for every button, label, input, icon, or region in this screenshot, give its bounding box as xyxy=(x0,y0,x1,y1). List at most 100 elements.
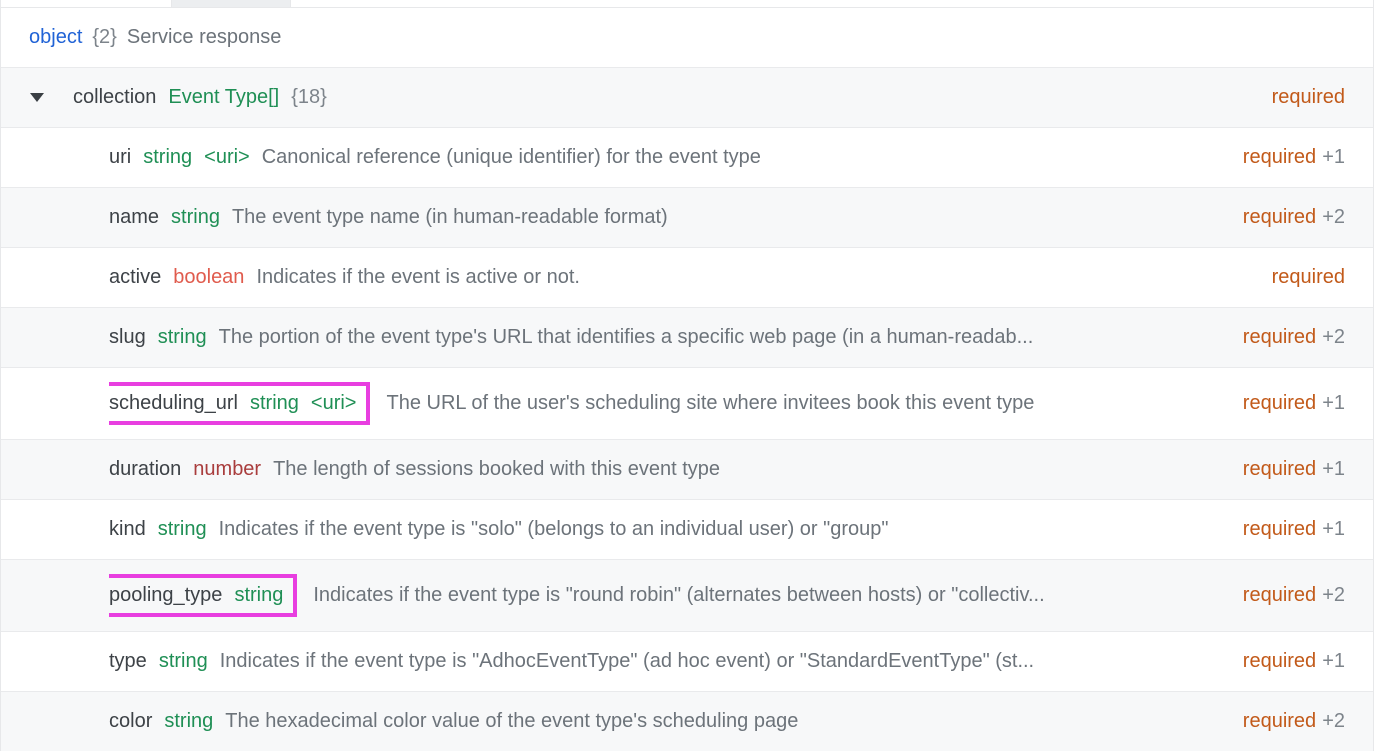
meta-col: required xyxy=(1252,266,1345,289)
collection-row[interactable]: collection Event Type[] {18} required xyxy=(1,67,1373,127)
meta-col: required +2 xyxy=(1223,584,1345,607)
property-info: uri string <uri> Canonical reference (uniqu… xyxy=(109,146,1223,169)
extra-count: +1 xyxy=(1322,458,1345,481)
property-format: <uri> xyxy=(311,392,357,415)
extra-count: +2 xyxy=(1322,326,1345,349)
property-format: <uri> xyxy=(204,146,250,169)
property-type: string xyxy=(164,710,213,733)
property-description: The hexadecimal color value of the event… xyxy=(225,710,798,733)
meta-col: required +2 xyxy=(1223,206,1345,229)
property-type: string xyxy=(143,146,192,169)
extra-count: +1 xyxy=(1322,146,1345,169)
property-description: The portion of the event type's URL that… xyxy=(219,326,1034,349)
extra-count: +2 xyxy=(1322,710,1345,733)
property-name: scheduling_url xyxy=(109,392,238,415)
property-type: string xyxy=(158,326,207,349)
required-badge: required xyxy=(1243,146,1316,169)
property-info: type string Indicates if the event type is… xyxy=(109,650,1223,673)
property-description: The event type name (in human-readable f… xyxy=(232,206,668,229)
property-name: pooling_type xyxy=(109,584,222,607)
properties-list: uri string <uri> Canonical reference (uniqu… xyxy=(1,127,1373,751)
extra-count: +1 xyxy=(1322,650,1345,673)
meta-col: required +2 xyxy=(1223,710,1345,733)
property-info: color string The hexadecimal color value o… xyxy=(109,710,1223,733)
property-row[interactable]: pooling_type string Indicates if the event… xyxy=(1,559,1373,631)
property-info: duration number The length of sessions boo… xyxy=(109,458,1223,481)
required-badge: required xyxy=(1243,458,1316,481)
meta-col: required +1 xyxy=(1223,458,1345,481)
property-row[interactable]: duration number The length of sessions boo… xyxy=(1,439,1373,499)
required-badge: required xyxy=(1243,710,1316,733)
property-description: The length of sessions booked with this … xyxy=(273,458,720,481)
property-row[interactable]: name string The event type name (in human-… xyxy=(1,187,1373,247)
info: kind string xyxy=(109,518,207,541)
property-info: pooling_type string Indicates if the event… xyxy=(109,574,1223,617)
property-description: Indicates if the event type is "solo" (b… xyxy=(219,518,889,541)
property-description: Canonical reference (unique identifier) … xyxy=(262,146,761,169)
property-type: string xyxy=(171,206,220,229)
property-name: kind xyxy=(109,518,146,541)
required-badge: required xyxy=(1243,584,1316,607)
collection-count: {18} xyxy=(291,86,327,109)
meta-col: required +1 xyxy=(1223,650,1345,673)
property-row[interactable]: scheduling_url string <uri> The URL of the … xyxy=(1,367,1373,439)
extra-count: +1 xyxy=(1322,392,1345,415)
caret-col xyxy=(1,93,73,102)
tabs-strip xyxy=(1,0,1373,8)
required-badge: required xyxy=(1243,650,1316,673)
property-name: color xyxy=(109,710,152,733)
highlight-box: pooling_type string xyxy=(109,574,297,617)
highlight-box: scheduling_url string <uri> xyxy=(109,382,370,425)
extra-count: +2 xyxy=(1322,206,1345,229)
property-row[interactable]: color string The hexadecimal color value o… xyxy=(1,691,1373,751)
object-count: {2} xyxy=(92,26,116,49)
property-info: slug string The portion of the event type'… xyxy=(109,326,1223,349)
info: duration number xyxy=(109,458,261,481)
meta-col: required +1 xyxy=(1223,146,1345,169)
property-row[interactable]: slug string The portion of the event type'… xyxy=(1,307,1373,367)
property-name: type xyxy=(109,650,147,673)
property-row[interactable]: type string Indicates if the event type is… xyxy=(1,631,1373,691)
required-badge: required xyxy=(1243,206,1316,229)
extra-count: +2 xyxy=(1322,584,1345,607)
property-type: string xyxy=(158,518,207,541)
meta-col: required +2 xyxy=(1223,326,1345,349)
property-type: string xyxy=(250,392,299,415)
object-label: object xyxy=(29,26,82,49)
property-name: slug xyxy=(109,326,146,349)
property-type: number xyxy=(193,458,261,481)
property-name: uri xyxy=(109,146,131,169)
info: active boolean xyxy=(109,266,244,289)
property-description: Indicates if the event type is "AdhocEve… xyxy=(220,650,1034,673)
property-row[interactable]: kind string Indicates if the event type is… xyxy=(1,499,1373,559)
property-info: name string The event type name (in human-… xyxy=(109,206,1223,229)
object-description: Service response xyxy=(127,26,282,49)
required-badge: required xyxy=(1272,86,1345,109)
required-badge: required xyxy=(1272,266,1345,289)
meta-col: required +1 xyxy=(1223,518,1345,541)
chevron-down-icon[interactable] xyxy=(30,93,44,102)
info: color string xyxy=(109,710,213,733)
property-name: duration xyxy=(109,458,181,481)
info: type string xyxy=(109,650,208,673)
property-name: name xyxy=(109,206,159,229)
info: uri string <uri> xyxy=(109,146,250,169)
required-badge: required xyxy=(1243,518,1316,541)
property-description: Indicates if the event type is "round ro… xyxy=(313,584,1044,607)
info: name string xyxy=(109,206,220,229)
property-description: The URL of the user's scheduling site wh… xyxy=(386,392,1034,415)
meta-col: required +1 xyxy=(1223,392,1345,415)
required-badge: required xyxy=(1243,392,1316,415)
property-row[interactable]: active boolean Indicates if the event is a… xyxy=(1,247,1373,307)
schema-panel: object {2} Service response collection E… xyxy=(0,0,1374,751)
property-type: string xyxy=(234,584,283,607)
extra-count: +1 xyxy=(1322,518,1345,541)
required-badge: required xyxy=(1243,326,1316,349)
property-row[interactable]: uri string <uri> Canonical reference (uniqu… xyxy=(1,127,1373,187)
property-name: active xyxy=(109,266,161,289)
property-type: boolean xyxy=(173,266,244,289)
inactive-tab[interactable] xyxy=(171,0,291,7)
property-type: string xyxy=(159,650,208,673)
collection-type[interactable]: Event Type[] xyxy=(168,86,279,109)
property-description: Indicates if the event is active or not. xyxy=(256,266,580,289)
